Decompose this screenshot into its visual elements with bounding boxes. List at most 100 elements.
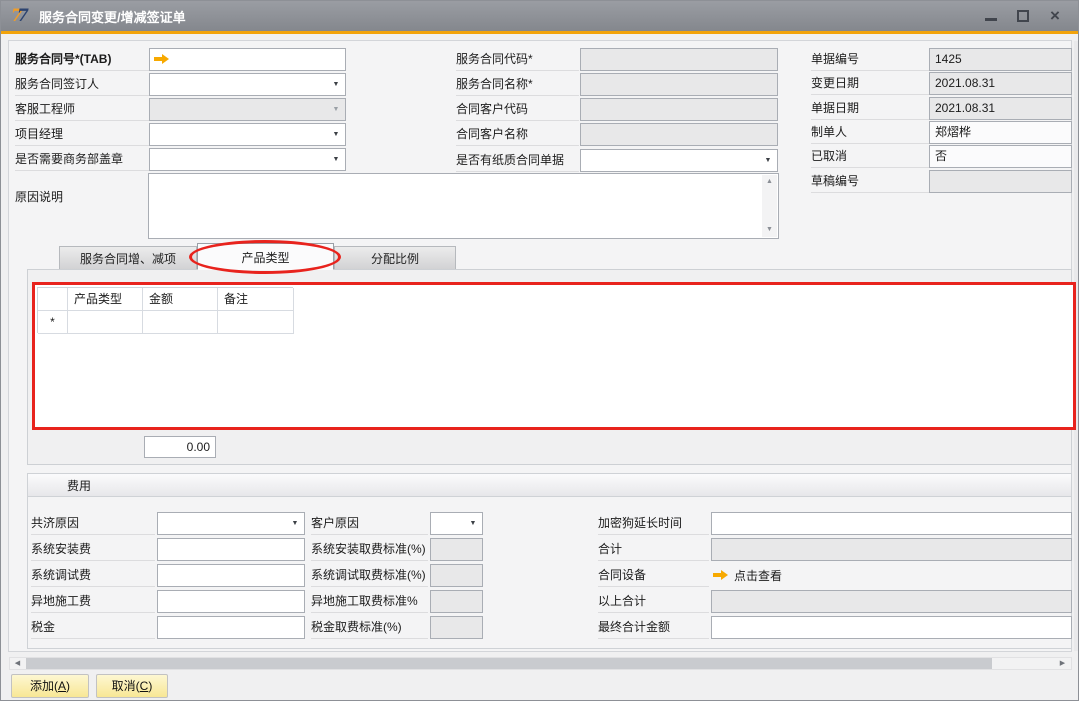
reason-textarea[interactable]: ▲ ▼	[148, 173, 779, 239]
label-customer-code: 合同客户代码	[456, 98, 579, 121]
label-debug-fee: 系统调试费	[31, 564, 155, 587]
grid-cell-remark[interactable]	[218, 311, 294, 334]
add-button[interactable]: 添加(A)	[11, 674, 89, 698]
doc-no-value: 1425	[930, 49, 1071, 70]
close-icon[interactable]: ×	[1048, 9, 1062, 23]
app-window: 7 7 服务合同变更/增减签证单 × 服务合同号*(TAB) 服务合同签订人 ▼…	[0, 0, 1079, 701]
debug-fee-input[interactable]	[157, 564, 305, 587]
project-manager-combo[interactable]: ▼	[149, 123, 346, 146]
draft-no-field	[929, 170, 1072, 193]
window-controls: ×	[984, 9, 1062, 23]
debug-fee-rate-field	[430, 564, 483, 587]
label-draft-no: 草稿编号	[811, 170, 929, 193]
link-arrow-icon	[154, 54, 169, 64]
brand-logo-blue-stroke: 7	[17, 6, 29, 26]
grid-col-amount[interactable]: 金额	[143, 288, 218, 311]
creator-value: 郑熠桦	[930, 122, 1071, 143]
label-install-fee-rate: 系统安装取费标准(%)	[311, 538, 428, 561]
label-doc-no: 单据编号	[811, 48, 929, 71]
contract-code-field	[580, 48, 778, 71]
chevron-down-icon[interactable]: ▼	[328, 150, 344, 169]
label-mutual-reason: 共济原因	[31, 512, 155, 535]
scroll-right-icon[interactable]: ▶	[1056, 658, 1069, 669]
customer-reason-combo[interactable]: ▼	[430, 512, 483, 535]
offsite-fee-input[interactable]	[157, 590, 305, 613]
label-change-date: 变更日期	[811, 72, 929, 95]
label-contract-equipment: 合同设备	[598, 564, 709, 587]
cancelled-field: 否	[929, 145, 1072, 168]
minimize-icon[interactable]	[984, 9, 998, 23]
grid-cell-product-type[interactable]	[68, 311, 143, 334]
accent-line	[1, 31, 1078, 34]
label-service-contract-no: 服务合同号*(TAB)	[15, 48, 149, 71]
chevron-down-icon[interactable]: ▼	[465, 514, 481, 533]
tab-allocation-ratio[interactable]: 分配比例	[334, 246, 456, 270]
cancel-button-text: 取消(	[112, 679, 140, 693]
chevron-down-icon[interactable]: ▼	[760, 151, 776, 170]
label-install-fee: 系统安装费	[31, 538, 155, 561]
scroll-up-icon[interactable]: ▲	[762, 175, 777, 189]
vertical-scrollbar[interactable]	[1074, 41, 1079, 651]
grid-col-product-type[interactable]: 产品类型	[68, 288, 143, 311]
offsite-fee-rate-field	[430, 590, 483, 613]
label-contract-signer: 服务合同签订人	[15, 73, 149, 96]
label-need-business-seal: 是否需要商务部盖章	[15, 148, 149, 171]
change-date-field: 2021.08.31	[929, 72, 1072, 95]
label-reason: 原因说明	[15, 186, 149, 209]
chevron-down-icon[interactable]: ▼	[328, 75, 344, 94]
creator-field: 郑熠桦	[929, 121, 1072, 144]
mutual-reason-combo[interactable]: ▼	[157, 512, 305, 535]
final-total-input[interactable]	[711, 616, 1072, 639]
scroll-left-icon[interactable]: ◀	[11, 658, 24, 669]
label-offsite-fee: 异地施工费	[31, 590, 155, 613]
label-service-engineer: 客服工程师	[15, 98, 149, 121]
brand-logo-icon: 7 7	[11, 6, 31, 26]
label-debug-fee-rate: 系统调试取费标准(%)	[311, 564, 428, 587]
chevron-down-icon[interactable]: ▼	[287, 514, 303, 533]
contract-equipment-cell: 点击查看	[713, 564, 1072, 586]
tax-input[interactable]	[157, 616, 305, 639]
cancel-button-text-end: )	[148, 679, 152, 693]
add-button-text-end: )	[66, 679, 70, 693]
grid-cell-amount[interactable]	[143, 311, 218, 334]
chevron-down-icon: ▼	[328, 100, 344, 119]
label-contract-code: 服务合同代码*	[456, 48, 579, 71]
label-tax: 税金	[31, 616, 155, 639]
doc-date-field: 2021.08.31	[929, 97, 1072, 120]
need-business-seal-combo[interactable]: ▼	[149, 148, 346, 171]
maximize-icon[interactable]	[1016, 9, 1030, 23]
cancel-button[interactable]: 取消(C)	[96, 674, 168, 698]
label-final-total: 最终合计金额	[598, 616, 709, 639]
grid-col-remark[interactable]: 备注	[218, 288, 294, 311]
customer-code-field	[580, 98, 778, 121]
amount-total-field[interactable]: 0.00	[144, 436, 216, 458]
horizontal-scrollbar-thumb[interactable]	[26, 658, 992, 669]
scroll-down-icon[interactable]: ▼	[762, 223, 777, 237]
grid-indicator-header	[38, 288, 68, 311]
label-project-manager: 项目经理	[15, 123, 149, 146]
paper-contract-combo[interactable]: ▼	[580, 149, 778, 172]
label-subtotal: 合计	[598, 538, 709, 561]
view-equipment-link[interactable]: 点击查看	[734, 567, 782, 584]
customer-name-field	[580, 123, 778, 146]
label-customer-name: 合同客户名称	[456, 123, 579, 146]
label-dongle-extension: 加密狗延长时间	[598, 512, 709, 535]
dongle-extension-input[interactable]	[711, 512, 1072, 535]
add-button-text: 添加(	[30, 679, 58, 693]
doc-date-value: 2021.08.31	[930, 98, 1071, 119]
add-button-mnemonic: A	[58, 679, 66, 693]
subtotal-field	[711, 538, 1072, 561]
chevron-down-icon[interactable]: ▼	[328, 125, 344, 144]
fees-header: 费用	[27, 473, 1072, 497]
reason-scrollbar[interactable]: ▲ ▼	[762, 175, 777, 237]
tab-product-type[interactable]: 产品类型	[197, 243, 334, 270]
contract-signer-combo[interactable]: ▼	[149, 73, 346, 96]
tab-contract-items[interactable]: 服务合同增、减项	[59, 246, 197, 270]
label-doc-date: 单据日期	[811, 97, 929, 120]
install-fee-input[interactable]	[157, 538, 305, 561]
label-tax-rate: 税金取费标准(%)	[311, 616, 428, 639]
service-engineer-combo: ▼	[149, 98, 346, 121]
horizontal-scrollbar[interactable]: ◀ ▶	[9, 657, 1072, 670]
label-paper-contract: 是否有纸质合同单据	[456, 149, 579, 172]
service-contract-no-input[interactable]	[149, 48, 346, 71]
